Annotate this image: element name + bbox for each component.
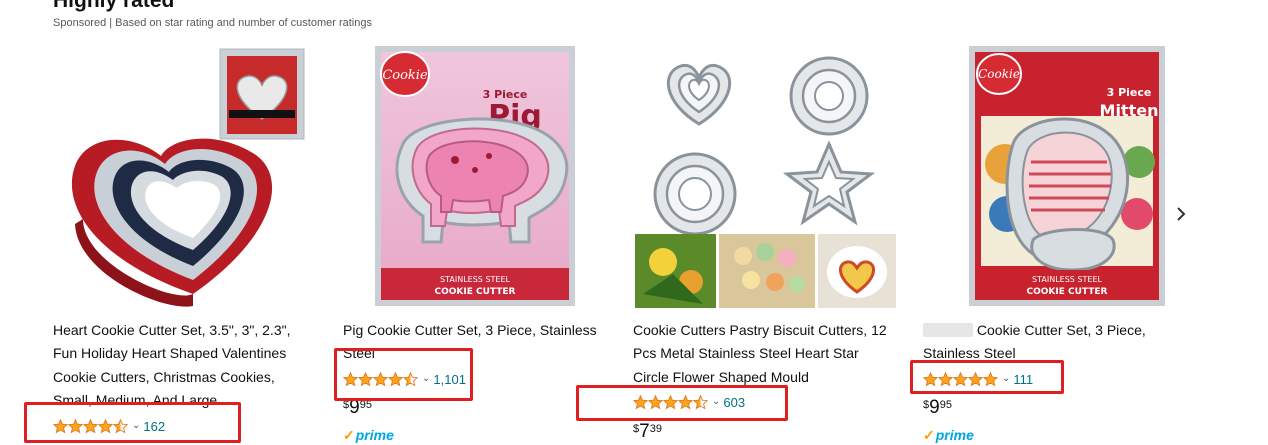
package-brand: Cookie [382,68,428,83]
package-bottom1: STAINLESS STEEL [440,275,510,284]
product-image-pig-set[interactable]: Cookie 3 Piece Pig STAINLESS STEEL COOKI… [343,44,608,309]
package-bottom1: STAINLESS STEEL [1032,275,1102,284]
highlight-box-rating-4 [910,360,1064,394]
prime-badge: ✓prime [343,427,394,443]
section-title: Highly rated [53,0,175,12]
product-title[interactable]: Cookie Cutters Pastry Biscuit Cutters, 1… [633,319,895,391]
package-big: Mitten [1100,101,1159,120]
prime-check-icon: ✓ [923,427,935,443]
highlight-box-rating-3 [576,385,788,421]
prime-check-icon: ✓ [343,427,355,443]
product-price: $995 [923,397,952,418]
section-subtitle: Sponsored | Based on star rating and num… [53,17,372,29]
highlight-box-rating-1 [24,402,241,443]
package-bottom2: COOKIE CUTTER [1027,287,1108,297]
product-price: $739 [633,421,662,442]
redacted-brand [923,323,973,337]
product-title[interactable]: Heart Cookie Cutter Set, 3.5", 3", 2.3",… [53,319,315,413]
highlight-box-rating-2 [334,348,473,401]
prime-badge: ✓prime [923,427,974,443]
product-title[interactable]: Cookie Cutter Set, 3 Piece, Stainless St… [923,319,1185,365]
product-image-heart-set[interactable] [53,44,318,309]
package-bottom2: COOKIE CUTTER [435,287,516,297]
product-image-12pc-set[interactable] [633,44,898,309]
chevron-right-icon[interactable] [1172,201,1190,227]
product-image-mitten-set[interactable]: Cookie 3 Piece Mitten STAINLESS STEEL CO… [923,44,1188,309]
package-brand: Cookie [978,67,1020,81]
package-small: 3 Piece [1107,86,1152,99]
